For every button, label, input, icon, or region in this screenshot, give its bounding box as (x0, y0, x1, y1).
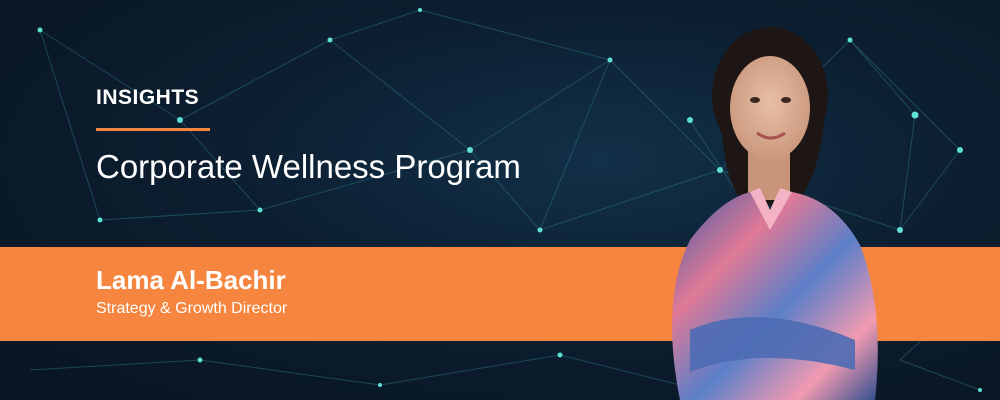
portrait-photo (672, 27, 878, 400)
person-name: Lama Al-Bachir (96, 265, 286, 295)
section-eyebrow: INSIGHTS (96, 86, 200, 109)
accent-divider (96, 128, 210, 131)
hero-banner: INSIGHTS Corporate Wellness Program Lama… (0, 0, 1000, 400)
person-role: Strategy & Growth Director (96, 300, 288, 317)
banner-title: Corporate Wellness Program (96, 148, 521, 185)
